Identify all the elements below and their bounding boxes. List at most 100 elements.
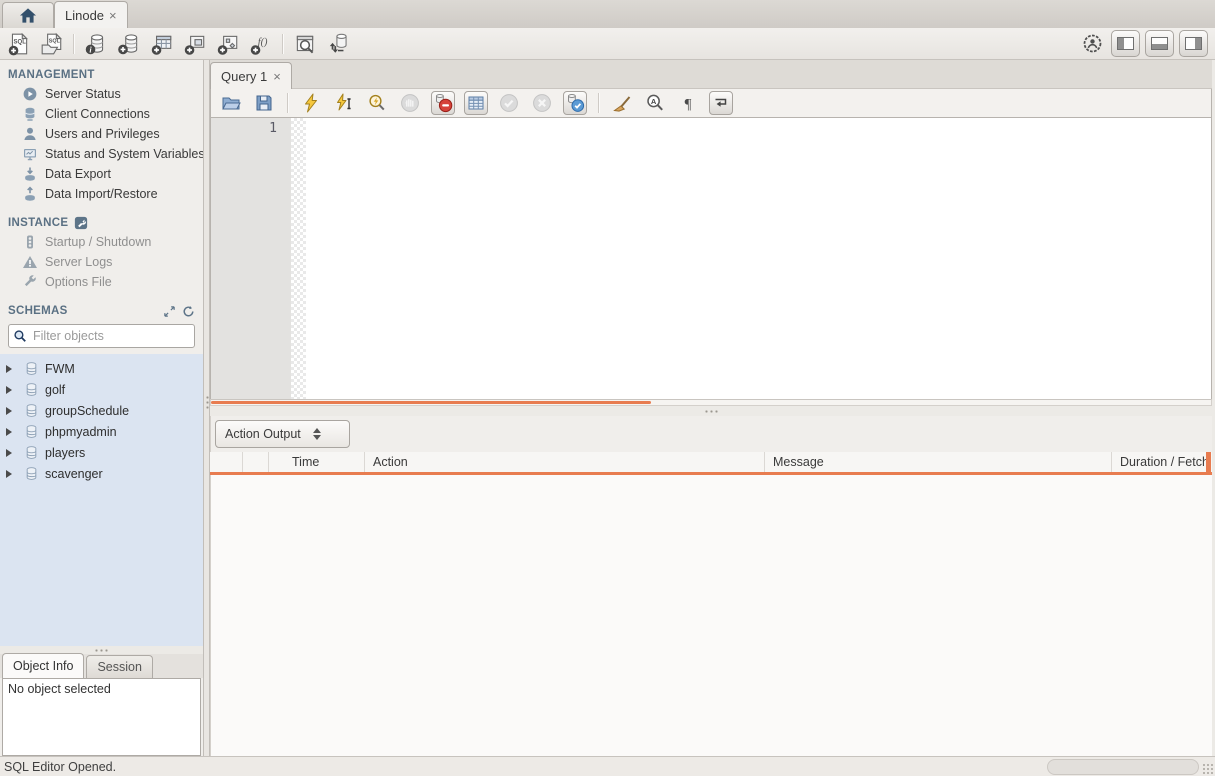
- connection-tab-close-icon[interactable]: ×: [109, 8, 117, 23]
- stop-execution-button[interactable]: [398, 91, 422, 115]
- sidebar-item-data-export[interactable]: Data Export: [0, 164, 203, 184]
- execute-script-button[interactable]: [299, 91, 323, 115]
- toggle-right-sidebar-button[interactable]: [1179, 30, 1208, 57]
- column-message[interactable]: Message: [765, 452, 1112, 472]
- create-view-button[interactable]: [181, 31, 208, 57]
- tab-object-info[interactable]: Object Info: [2, 653, 85, 678]
- sidebar-splitter[interactable]: [203, 60, 210, 756]
- toggle-bottom-panel-button[interactable]: [1145, 30, 1174, 57]
- status-text: SQL Editor Opened.: [4, 759, 117, 774]
- sidebar-item-users-privileges[interactable]: Users and Privileges: [0, 124, 203, 144]
- create-schema-button[interactable]: [115, 31, 142, 57]
- sidebar-item-server-logs[interactable]: Server Logs: [0, 252, 203, 272]
- launchpad-icon[interactable]: [1079, 31, 1106, 57]
- database-icon: [24, 382, 39, 397]
- output-vertical-scrollbar[interactable]: [1206, 452, 1211, 475]
- connection-tab-label: Linode: [65, 7, 105, 23]
- toggle-invisible-characters-button[interactable]: ¶: [676, 91, 700, 115]
- code-folding-margin: [291, 118, 306, 399]
- create-table-button[interactable]: [148, 31, 175, 57]
- search-table-data-button[interactable]: [291, 31, 318, 57]
- expander-icon[interactable]: [6, 364, 18, 373]
- tab-session[interactable]: Session: [86, 655, 153, 678]
- sidebar-item-data-import[interactable]: Data Import/Restore: [0, 184, 203, 204]
- create-procedure-button[interactable]: [214, 31, 241, 57]
- expand-schemas-icon[interactable]: [163, 305, 176, 318]
- tab-query-1[interactable]: Query 1 ×: [210, 62, 292, 89]
- sidebar-item-server-status[interactable]: Server Status: [0, 84, 203, 104]
- limit-rows-button[interactable]: [464, 91, 488, 115]
- toolbar-separator: [73, 33, 74, 54]
- splitter-grip[interactable]: [94, 647, 109, 653]
- toolbar-separator: [282, 33, 283, 54]
- expander-icon[interactable]: [6, 385, 18, 394]
- schema-item-fwm[interactable]: FWM: [0, 358, 203, 379]
- column-status-icon[interactable]: [210, 452, 243, 472]
- database-icon: [24, 403, 39, 418]
- user-icon: [22, 126, 38, 142]
- reconnect-dbms-button[interactable]: [324, 31, 351, 57]
- toggle-left-sidebar-button[interactable]: [1111, 30, 1140, 57]
- toggle-autocommit-button[interactable]: [563, 91, 587, 115]
- toggle-stop-on-error-button[interactable]: [431, 91, 455, 115]
- expander-icon[interactable]: [6, 469, 18, 478]
- scrollbar-thumb[interactable]: [211, 401, 651, 404]
- sidebar-item-options-file[interactable]: Options File: [0, 272, 203, 292]
- line-number-gutter: 1: [211, 118, 291, 399]
- window-resize-grip[interactable]: [1202, 763, 1214, 775]
- new-sql-tab-button[interactable]: SQL: [5, 31, 32, 57]
- column-action[interactable]: Action: [365, 452, 765, 472]
- column-time[interactable]: Time: [269, 452, 365, 472]
- connection-tab-linode[interactable]: Linode ×: [54, 1, 128, 28]
- beautify-script-button[interactable]: [610, 91, 634, 115]
- filter-objects-input[interactable]: [31, 328, 190, 344]
- svg-text:¶: ¶: [685, 97, 692, 113]
- create-function-button[interactable]: f(): [247, 31, 274, 57]
- explain-plan-button[interactable]: [365, 91, 389, 115]
- mysql-workbench-window: Linode × SQL SQL i f() MANAGEMENT Server…: [0, 0, 1215, 776]
- column-duration-fetch[interactable]: Duration / Fetch: [1112, 452, 1212, 472]
- execute-current-statement-button[interactable]: [332, 91, 356, 115]
- right-panel-icon: [1185, 37, 1202, 50]
- expander-icon[interactable]: [6, 427, 18, 436]
- main-area: Query 1 × A ¶ 1 Action Output Time Actio…: [210, 60, 1212, 756]
- find-button[interactable]: A: [643, 91, 667, 115]
- sidebar-item-client-connections[interactable]: Client Connections: [0, 104, 203, 124]
- schema-item-players[interactable]: players: [0, 442, 203, 463]
- home-tab[interactable]: [2, 2, 54, 28]
- instance-section-header: INSTANCE: [0, 214, 203, 232]
- commit-button[interactable]: [497, 91, 521, 115]
- refresh-schemas-icon[interactable]: [182, 305, 195, 318]
- expander-icon[interactable]: [6, 406, 18, 415]
- rollback-button[interactable]: [530, 91, 554, 115]
- open-sql-file-button[interactable]: [219, 91, 243, 115]
- column-index[interactable]: [243, 452, 269, 472]
- instance-title: INSTANCE: [8, 217, 69, 229]
- expander-icon[interactable]: [6, 448, 18, 457]
- toggle-word-wrap-button[interactable]: [709, 91, 733, 115]
- schema-item-groupschedule[interactable]: groupSchedule: [0, 400, 203, 421]
- schema-item-phpmyadmin[interactable]: phpmyadmin: [0, 421, 203, 442]
- schema-item-scavenger[interactable]: scavenger: [0, 463, 203, 484]
- object-info-text: No object selected: [8, 682, 111, 696]
- wrench-icon: [22, 274, 38, 290]
- info-tab-bar: Object Info Session: [0, 653, 203, 678]
- open-sql-script-button[interactable]: SQL: [38, 31, 65, 57]
- schema-item-golf[interactable]: golf: [0, 379, 203, 400]
- output-splitter[interactable]: [210, 406, 1212, 416]
- splitter-grip[interactable]: [703, 408, 719, 414]
- schemas-section-header: SCHEMAS: [0, 302, 203, 320]
- save-script-button[interactable]: [252, 91, 276, 115]
- editor-horizontal-scrollbar[interactable]: [210, 399, 1212, 406]
- output-type-select[interactable]: Action Output: [215, 420, 350, 448]
- schema-inspector-button[interactable]: i: [82, 31, 109, 57]
- wrench-badge-icon[interactable]: [74, 216, 88, 230]
- left-panel-icon: [1117, 37, 1134, 50]
- sql-text-area[interactable]: [306, 118, 1211, 399]
- sidebar-item-startup-shutdown[interactable]: Startup / Shutdown: [0, 232, 203, 252]
- search-icon: [13, 329, 27, 343]
- query-tab-close-icon[interactable]: ×: [273, 69, 281, 84]
- sql-editor[interactable]: 1: [210, 118, 1212, 399]
- sidebar-item-status-system-variables[interactable]: Status and System Variables: [0, 144, 203, 164]
- sql-editor-toolbar: A ¶: [210, 89, 1212, 118]
